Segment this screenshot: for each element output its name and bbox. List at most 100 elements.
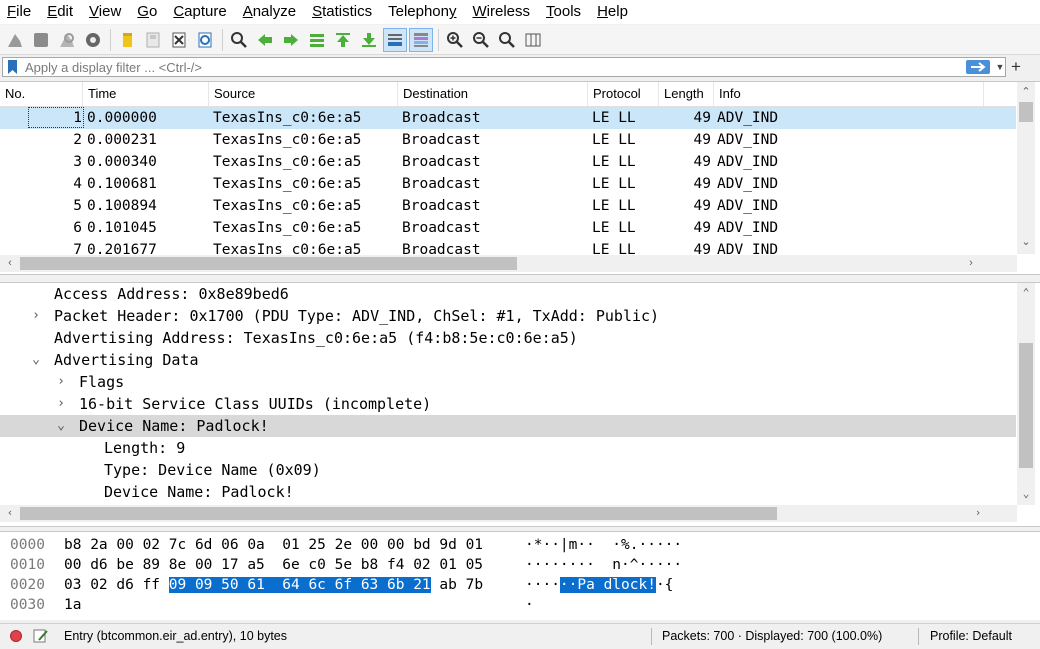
details-tree-item[interactable]: ⌄ Advertising Data [0,349,1016,371]
go-to-packet-icon[interactable] [306,29,328,51]
details-horizontal-scrollbar[interactable]: ‹ › [0,505,1017,522]
bytes-ascii[interactable]: ·*··|m·· ·%.····· [525,535,682,555]
menu-telephony[interactable]: Telephony [380,0,464,24]
details-item-label: Packet Header: 0x1700 (PDU Type: ADV_IND… [54,307,660,325]
capture-options-icon[interactable] [82,29,104,51]
bytes-hex[interactable]: 03 02 d6 ff 09 09 50 61 64 6c 6f 63 6b 2… [64,575,483,595]
packet-no: 2 [73,132,82,148]
scroll-right-icon[interactable]: › [963,255,979,271]
packet-protocol: LE LL [592,220,636,236]
filter-history-dropdown-icon[interactable]: ▼ [995,60,1005,74]
find-packet-icon[interactable] [228,29,250,51]
scrollbar-thumb[interactable] [1019,343,1033,468]
expand-arrow-icon[interactable]: › [55,393,67,415]
column-header-no[interactable]: No. [0,82,83,106]
details-tree-item[interactable]: › 16-bit Service Class UUIDs (incomplete) [0,393,1016,415]
column-header-info[interactable]: Info [714,82,984,106]
packet-row[interactable]: 3 0.000340 TexasIns_c0:6e:a5 Broadcast LE LL… [0,151,1016,173]
scroll-up-icon[interactable]: ⌃ [1018,285,1034,301]
details-vertical-scrollbar[interactable]: ⌃ ⌄ [1017,283,1035,505]
menu-file[interactable]: File [0,0,39,24]
scroll-left-icon[interactable]: ‹ [2,505,18,521]
packet-list-vertical-scrollbar[interactable]: ⌃ ⌄ [1017,82,1035,254]
column-header-source[interactable]: Source [209,82,398,106]
menu-view[interactable]: View [81,0,129,24]
ascii-bytes: ········ n·^····· [525,557,683,573]
expand-arrow-icon[interactable]: › [55,371,67,393]
scrollbar-thumb[interactable] [1019,102,1033,122]
last-packet-icon[interactable] [358,29,380,51]
packet-row[interactable]: 1 0.000000 TexasIns_c0:6e:a5 Broadcast LE LL… [0,107,1016,129]
packet-destination: Broadcast [402,132,481,148]
collapse-arrow-icon[interactable]: ⌄ [55,415,67,437]
scroll-down-icon[interactable]: ⌄ [1018,234,1034,250]
bytes-ascii[interactable]: ········ n·^····· [525,555,682,575]
packet-info: ADV_IND [717,220,779,236]
menu-edit[interactable]: Edit [39,0,81,24]
bytes-hex[interactable]: 1a [64,595,81,615]
bytes-row: 0030 1a · [0,595,1016,615]
details-tree-item[interactable]: Length: 9 [0,437,1016,459]
scroll-right-icon[interactable]: › [970,505,986,521]
packet-row[interactable]: 4 0.100681 TexasIns_c0:6e:a5 Broadcast LE LL… [0,173,1016,195]
go-forward-icon[interactable] [280,29,302,51]
column-header-protocol[interactable]: Protocol [588,82,659,106]
expand-arrow-icon[interactable]: › [30,305,42,327]
normal-size-icon[interactable] [496,29,518,51]
details-tree-item[interactable]: Access Address: 0x8e89bed6 [0,283,1016,305]
scrollbar-thumb[interactable] [20,257,517,270]
zoom-in-icon[interactable] [444,29,466,51]
details-tree-item[interactable]: › Flags [0,371,1016,393]
details-tree-item[interactable]: Device Name: Padlock! [0,481,1016,503]
bytes-ascii[interactable]: ······Pa dlock!·{ [525,575,673,595]
add-filter-button-icon[interactable]: + [1009,57,1023,77]
first-packet-icon[interactable] [332,29,354,51]
reload-icon[interactable] [194,29,216,51]
details-tree-item[interactable]: › Packet Header: 0x1700 (PDU Type: ADV_IN… [0,305,1016,327]
restart-icon[interactable] [56,29,78,51]
expert-info-icon[interactable] [10,630,22,642]
menu-wireless[interactable]: Wireless [465,0,539,24]
apply-filter-button[interactable] [966,60,990,74]
bytes-row: 0020 03 02 d6 ff 09 09 50 61 64 6c 6f 63 … [0,575,1016,595]
packet-list-horizontal-scrollbar[interactable]: ‹ › [0,255,1017,272]
packet-row[interactable]: 6 0.101045 TexasIns_c0:6e:a5 Broadcast LE LL… [0,217,1016,239]
bytes-ascii[interactable]: · [525,595,534,615]
open-file-icon[interactable] [116,29,138,51]
packet-row[interactable]: 5 0.100894 TexasIns_c0:6e:a5 Broadcast LE LL… [0,195,1016,217]
bookmark-icon[interactable] [8,60,17,74]
close-file-icon[interactable] [168,29,190,51]
details-tree-item[interactable]: Type: Device Name (0x09) [0,459,1016,481]
scrollbar-thumb[interactable] [20,507,777,520]
details-tree-item[interactable]: Advertising Address: TexasIns_c0:6e:a5 (… [0,327,1016,349]
menu-help[interactable]: Help [589,0,636,24]
status-profile[interactable]: Profile: Default [930,624,1012,648]
menu-go[interactable]: Go [129,0,165,24]
save-file-icon[interactable] [142,29,164,51]
auto-scroll-icon[interactable] [383,27,407,52]
menu-analyze[interactable]: Analyze [235,0,304,24]
scroll-down-icon[interactable]: ⌄ [1018,486,1034,502]
scroll-left-icon[interactable]: ‹ [2,255,18,271]
bytes-hex[interactable]: b8 2a 00 02 7c 6d 06 0a 01 25 2e 00 00 b… [64,535,483,555]
column-header-destination[interactable]: Destination [398,82,588,106]
menu-capture[interactable]: Capture [165,0,234,24]
menu-tools[interactable]: Tools [538,0,589,24]
column-header-time[interactable]: Time [83,82,209,106]
zoom-out-icon[interactable] [470,29,492,51]
bytes-hex[interactable]: 00 d6 be 89 8e 00 17 a5 6e c0 5e b8 f4 0… [64,555,483,575]
collapse-arrow-icon[interactable]: ⌄ [30,349,42,371]
resize-columns-icon[interactable] [522,29,544,51]
stop-icon[interactable] [30,29,52,51]
display-filter-input[interactable]: Apply a display filter ... <Ctrl-/> ▼ [2,57,1006,77]
details-tree-item[interactable]: ⌄ Device Name: Padlock! [0,415,1016,437]
colorize-icon[interactable] [409,27,433,52]
capture-comment-icon[interactable] [33,628,49,644]
column-header-length[interactable]: Length [659,82,714,106]
packet-row[interactable]: 2 0.000231 TexasIns_c0:6e:a5 Broadcast LE LL… [0,129,1016,151]
packet-no: 4 [73,176,82,192]
menu-statistics[interactable]: Statistics [304,0,380,24]
scroll-up-icon[interactable]: ⌃ [1018,84,1034,100]
go-back-icon[interactable] [254,29,276,51]
shark-fin-start-icon[interactable] [4,29,26,51]
